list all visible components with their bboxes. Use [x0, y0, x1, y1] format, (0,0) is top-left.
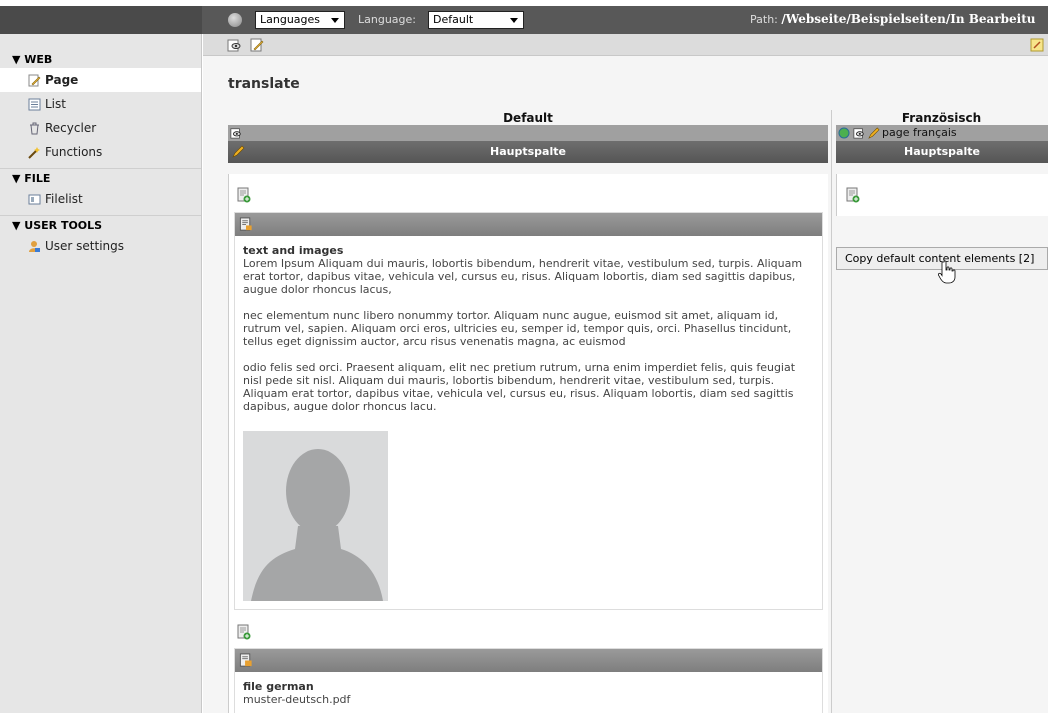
menu-item-filelist[interactable]: Filelist: [0, 187, 201, 211]
content-element-heading: text and images: [243, 244, 344, 257]
page-edit-icon: [28, 74, 41, 87]
menu-item-user-settings[interactable]: User settings: [0, 234, 201, 258]
column-header-default: Default: [503, 111, 553, 125]
pencil-edit-icon[interactable]: [868, 127, 880, 139]
menu-item-recycler[interactable]: Recycler: [0, 116, 201, 140]
view-page-icon[interactable]: [227, 38, 241, 52]
page-title: translate: [228, 76, 300, 92]
french-language-bar: page français: [836, 125, 1048, 141]
doc-header-toolbar: [203, 34, 1048, 56]
language-label: Language:: [358, 13, 416, 26]
page-path-value: /Webseite/Beispielseiten/In Bearbeitu: [781, 12, 1036, 26]
top-bar-left-background: [0, 6, 202, 34]
new-content-element-icon[interactable]: [237, 624, 251, 640]
new-content-element-icon[interactable]: [846, 187, 860, 203]
menu-section-web[interactable]: ▼ WEB: [0, 50, 201, 68]
pencil-edit-icon[interactable]: [232, 145, 245, 158]
view-icon[interactable]: [230, 127, 242, 139]
paragraph: Lorem Ipsum Aliquam dui mauris, lobortis…: [243, 257, 803, 296]
user-settings-icon: [29, 241, 40, 252]
menu-item-functions[interactable]: Functions: [0, 140, 201, 164]
page-path: Path: /Webseite/Beispielseiten/In Bearbe…: [750, 12, 1036, 26]
content-element-heading: file german: [243, 680, 314, 693]
menu-item-page[interactable]: Page: [0, 68, 201, 92]
filelist-icon: [28, 194, 41, 205]
content-element-text-images: text and images Lorem Ipsum Aliquam dui …: [234, 212, 823, 610]
content-element-file: file german muster-deutsch.pdf: [234, 648, 823, 713]
column-divider: [831, 110, 832, 713]
top-bar: Languages Language: Default Path: /Webse…: [0, 0, 1048, 36]
text-image-element-icon[interactable]: [239, 217, 253, 232]
globe-translate-icon[interactable]: [838, 127, 850, 139]
view-icon[interactable]: [853, 127, 865, 139]
module-menu: ▼ WEB Page List Recycler Functions ▼ FIL…: [0, 34, 202, 713]
french-column-panel: [836, 174, 1048, 216]
chevron-down-icon: [331, 18, 339, 23]
recycler-icon: [30, 122, 39, 135]
paragraph: odio felis sed orci. Praesent aliquam, e…: [243, 361, 796, 413]
default-column-section-header: Hauptspalte: [228, 141, 828, 163]
shortcut-icon[interactable]: [1030, 38, 1044, 52]
column-header-french: Französisch: [901, 111, 982, 125]
hand-cursor-icon: [938, 260, 956, 284]
menu-item-list[interactable]: List: [0, 92, 201, 116]
edit-page-properties-icon[interactable]: [250, 38, 264, 52]
content-element-body: file german muster-deutsch.pdf: [243, 680, 815, 706]
french-column-section-header: Hauptspalte: [836, 141, 1048, 163]
content-element-body: text and images Lorem Ipsum Aliquam dui …: [243, 244, 815, 413]
default-column-panel: text and images Lorem Ipsum Aliquam dui …: [228, 174, 828, 713]
file-name: muster-deutsch.pdf: [243, 693, 351, 706]
person-placeholder-image: [243, 431, 388, 601]
functions-wand-icon: [28, 147, 40, 159]
language-select[interactable]: Default: [428, 11, 524, 29]
chevron-down-icon: [510, 18, 518, 23]
module-function-select[interactable]: Languages: [255, 11, 345, 29]
content-area: translate Default Französisch Hauptspalt…: [203, 34, 1048, 713]
french-page-title: page français: [882, 126, 957, 139]
new-content-element-icon[interactable]: [237, 187, 251, 203]
menu-section-file[interactable]: ▼ FILE: [0, 169, 201, 187]
list-icon: [28, 98, 41, 111]
paragraph: nec elementum nunc libero nonummy tortor…: [243, 309, 792, 348]
content-element-header: [235, 649, 822, 672]
globe-icon[interactable]: [228, 13, 242, 27]
menu-section-user-tools[interactable]: ▼ USER TOOLS: [0, 216, 201, 234]
content-element-header: [235, 213, 822, 236]
default-language-bar: [228, 125, 828, 141]
file-element-icon[interactable]: [239, 653, 253, 668]
